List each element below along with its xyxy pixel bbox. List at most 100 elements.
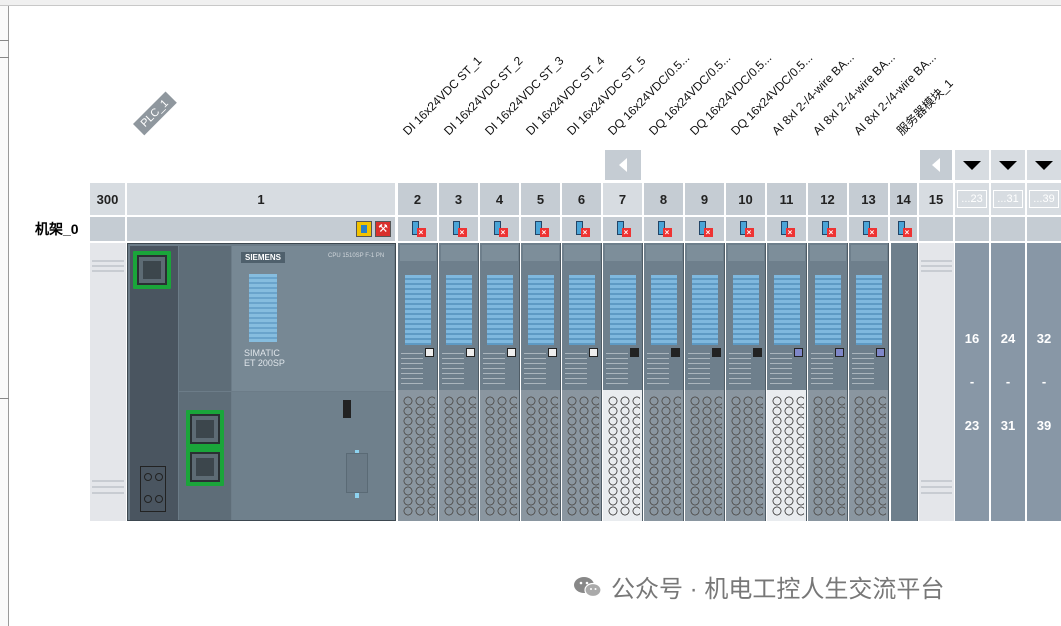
slot-1[interactable]: 1	[127, 183, 396, 215]
icon-cell-13: ×	[849, 217, 889, 241]
slot-range-text: ...31	[993, 190, 1023, 208]
io-module-10[interactable]	[726, 243, 766, 521]
io-module-5[interactable]	[521, 243, 561, 521]
slot-11[interactable]: 11	[767, 183, 807, 215]
slot-3[interactable]: 3	[439, 183, 479, 215]
cpu-ribs	[249, 274, 277, 342]
rack-label: 机架_0	[35, 221, 79, 237]
left-panel-edge[interactable]	[0, 6, 9, 626]
icon-cell-14: ×	[890, 217, 918, 241]
icon-row-left	[90, 217, 126, 241]
module-overview-icon[interactable]	[356, 221, 372, 237]
slot-range-header-0[interactable]: ...23	[955, 183, 990, 215]
slot-range-text: ...23	[957, 190, 987, 208]
io-module-2[interactable]	[398, 243, 438, 521]
slot-range-icon-0	[955, 217, 990, 241]
cpu-ref: CPU 1510SP F-1 PN	[328, 253, 385, 259]
diagnostics-icon[interactable]: ⚒	[375, 221, 391, 237]
device-error-icon[interactable]: ×	[657, 221, 672, 237]
range-sep: -	[1041, 374, 1047, 389]
range-from: 16	[964, 331, 980, 346]
profinet-port-1[interactable]	[133, 251, 171, 289]
device-error-icon[interactable]: ×	[897, 221, 912, 237]
slot-7[interactable]: 7	[603, 183, 643, 215]
icon-cell-3: ×	[439, 217, 479, 241]
profinet-port-3[interactable]	[186, 448, 224, 486]
slot-5[interactable]: 5	[521, 183, 561, 215]
expand-arrow-31[interactable]	[991, 150, 1025, 180]
scroll-left-button-2[interactable]	[920, 150, 952, 180]
chevron-left-icon	[619, 158, 627, 172]
io-module-9[interactable]	[685, 243, 725, 521]
expand-column-0[interactable]: 16 - 23	[955, 243, 990, 521]
watermark-text: 公众号 · 机电工控人生交流平台	[611, 576, 945, 603]
device-error-icon[interactable]: ×	[739, 221, 754, 237]
slot-14-body[interactable]	[891, 243, 918, 521]
icon-cell-10: ×	[726, 217, 766, 241]
range-from: 24	[1000, 331, 1016, 346]
triangle-down-icon	[999, 161, 1017, 170]
profinet-port-2[interactable]	[186, 410, 224, 448]
range-to: 39	[1036, 418, 1052, 433]
triangle-down-icon	[963, 161, 981, 170]
device-error-icon[interactable]: ×	[493, 221, 508, 237]
device-error-icon[interactable]: ×	[575, 221, 590, 237]
cpu-brand: SIEMENS	[241, 252, 286, 263]
device-error-icon[interactable]: ×	[534, 221, 549, 237]
slot-range-header-1[interactable]: ...31	[991, 183, 1026, 215]
range-to: 23	[964, 418, 980, 433]
watermark: 公众号 · 机电工控人生交流平台	[573, 569, 944, 604]
cpu-model: SIMATIC ET 200SP	[244, 348, 285, 368]
slot-12[interactable]: 12	[808, 183, 848, 215]
slot-4[interactable]: 4	[480, 183, 520, 215]
expand-arrow-23[interactable]	[955, 150, 989, 180]
range-from: 32	[1036, 331, 1052, 346]
io-module-3[interactable]	[439, 243, 479, 521]
device-error-icon[interactable]: ×	[452, 221, 467, 237]
device-error-icon[interactable]: ×	[821, 221, 836, 237]
io-module-13[interactable]	[849, 243, 889, 521]
device-error-icon[interactable]: ×	[616, 221, 631, 237]
io-module-6[interactable]	[562, 243, 602, 521]
scroll-left-button[interactable]	[605, 150, 641, 180]
rack-rail-right	[919, 243, 954, 521]
io-module-8[interactable]	[644, 243, 684, 521]
device-error-icon[interactable]: ×	[780, 221, 795, 237]
io-module-4[interactable]	[480, 243, 520, 521]
slot-range-icon-1	[991, 217, 1026, 241]
slot-8[interactable]: 8	[644, 183, 684, 215]
slot-6[interactable]: 6	[562, 183, 602, 215]
device-error-icon[interactable]: ×	[411, 221, 426, 237]
expand-column-1[interactable]: 24 - 31	[991, 243, 1026, 521]
icon-cell-8: ×	[644, 217, 684, 241]
icon-cell-12: ×	[808, 217, 848, 241]
icon-cell-2: ×	[398, 217, 438, 241]
slot-14[interactable]: 14	[890, 183, 918, 215]
slot-15[interactable]: 15	[919, 183, 954, 215]
range-to: 31	[1000, 418, 1016, 433]
io-module-12[interactable]	[808, 243, 848, 521]
slot-9[interactable]: 9	[685, 183, 725, 215]
icon-cell-4: ×	[480, 217, 520, 241]
device-error-icon[interactable]: ×	[862, 221, 877, 237]
expand-arrow-39[interactable]	[1027, 150, 1061, 180]
slot-range-header-2[interactable]: ...39	[1027, 183, 1061, 215]
slot-13[interactable]: 13	[849, 183, 889, 215]
expand-column-2[interactable]: 32 - 39	[1027, 243, 1061, 521]
device-error-icon[interactable]: ×	[698, 221, 713, 237]
icon-cell-11: ×	[767, 217, 807, 241]
icon-row-15	[919, 217, 954, 241]
cpu-terminal	[140, 466, 166, 512]
module-label-13[interactable]: AI 8xI 2-/4-wire BA...	[851, 50, 939, 138]
io-module-7[interactable]	[603, 243, 643, 521]
slot-300[interactable]: 300	[90, 183, 126, 215]
icon-cell-7: ×	[603, 217, 643, 241]
slot-10[interactable]: 10	[726, 183, 766, 215]
io-module-11[interactable]	[767, 243, 807, 521]
wechat-icon	[574, 576, 602, 597]
plc-tag[interactable]: PLC_1	[133, 91, 177, 136]
slot-range-text: ...39	[1029, 190, 1059, 208]
device-view: PLC_1 DI 16x24VDC ST_1 DI 16x24VDC ST_2 DI…	[0, 0, 1061, 626]
slot-2[interactable]: 2	[398, 183, 438, 215]
cpu-bay	[346, 453, 368, 493]
